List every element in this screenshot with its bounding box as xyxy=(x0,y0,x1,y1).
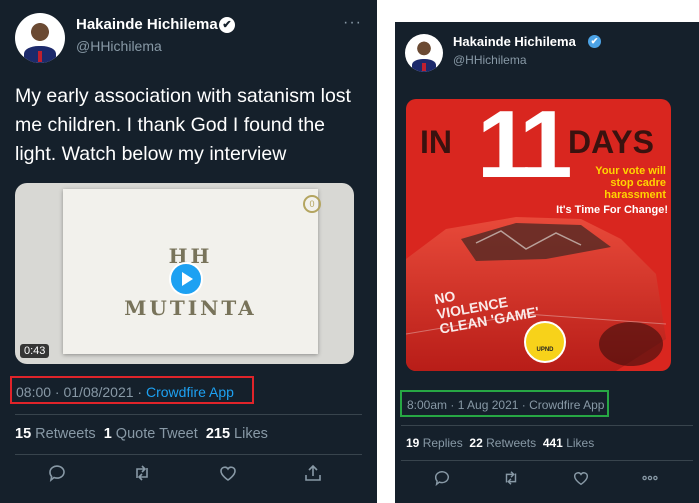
video-thumbnail: 0 HH MUTINTA xyxy=(63,189,321,354)
retweets-label[interactable]: Retweets xyxy=(35,426,95,442)
avatar-tie xyxy=(38,51,42,62)
quotes-count[interactable]: 1 xyxy=(104,426,112,442)
quotes-label[interactable]: Quote Tweet xyxy=(116,426,198,442)
poster-vote-message: Your vote will stop cadre harassment xyxy=(556,165,666,201)
tweet-actions xyxy=(47,463,323,483)
tweet-left: Hakainde Hichilema ✔ @HHichilema ··· My … xyxy=(0,0,377,503)
author-name[interactable]: Hakainde Hichilema xyxy=(453,34,576,49)
logo-icon: 0 xyxy=(303,195,321,213)
likes-count[interactable]: 215 xyxy=(206,426,230,442)
poster-in: IN xyxy=(420,124,452,160)
author-name[interactable]: Hakainde Hichilema xyxy=(76,16,218,33)
source-app-link[interactable]: Crowdfire App xyxy=(146,384,234,400)
likes-count[interactable]: 441 xyxy=(543,436,563,450)
reply-icon[interactable] xyxy=(432,469,452,489)
poster-vote-line: stop cadre xyxy=(610,177,666,189)
divider xyxy=(401,425,693,426)
avatar[interactable] xyxy=(15,13,65,63)
verified-icon: ✔ xyxy=(219,17,235,33)
party-logo-label: UPND xyxy=(536,347,554,353)
divider xyxy=(401,460,693,461)
author-handle[interactable]: @HHichilema xyxy=(76,38,162,54)
tweet-stats: 19 Replies 22 Retweets 441 Likes xyxy=(406,436,594,450)
poster-number: 11 xyxy=(477,99,573,198)
video-duration: 0:43 xyxy=(20,344,50,358)
replies-count[interactable]: 19 xyxy=(406,436,419,450)
party-logo-icon: UPND xyxy=(524,321,566,363)
poster-slogan: It's Time For Change! xyxy=(556,204,668,216)
likes-label[interactable]: Likes xyxy=(566,436,594,450)
poster-vote-line: Your vote will xyxy=(595,165,666,177)
video-player[interactable]: 0 HH MUTINTA 0:43 xyxy=(15,183,354,364)
retweets-count[interactable]: 15 xyxy=(15,426,31,442)
tweet-image[interactable]: IN 11 DAYS Your vote will stop cadre har… xyxy=(406,99,671,371)
tweet-text: My early association with satanism lost … xyxy=(15,85,351,165)
avatar[interactable] xyxy=(405,34,443,72)
tweet-meta-highlight: 08:00 · 01/08/2021 · Crowdfire App xyxy=(10,376,254,404)
tweet-meta-highlight[interactable]: 8:00am · 1 Aug 2021 · Crowdfire App xyxy=(400,390,609,417)
verified-icon: ✔ xyxy=(588,35,601,48)
retweet-icon[interactable] xyxy=(132,463,152,483)
retweet-icon[interactable] xyxy=(501,469,521,489)
share-icon[interactable] xyxy=(303,463,323,483)
more-icon[interactable] xyxy=(640,469,660,489)
poster-days: DAYS xyxy=(568,124,654,160)
divider xyxy=(15,414,362,415)
author-handle[interactable]: @HHichilema xyxy=(453,53,527,67)
retweets-label[interactable]: Retweets xyxy=(486,436,536,450)
divider xyxy=(15,454,362,455)
tweet-stats: 15 Retweets 1 Quote Tweet 215 Likes xyxy=(15,426,268,442)
likes-label[interactable]: Likes xyxy=(234,426,268,442)
tweet-timestamp[interactable]: 08:00 · 01/08/2021 · xyxy=(16,384,146,400)
tweet-actions xyxy=(432,469,660,489)
like-icon[interactable] xyxy=(571,469,591,489)
like-icon[interactable] xyxy=(218,463,238,483)
reply-icon[interactable] xyxy=(47,463,67,483)
play-icon[interactable] xyxy=(169,262,203,296)
tweet-right: Hakainde Hichilema ✔ @HHichilema IN 11 D… xyxy=(395,22,699,503)
replies-label[interactable]: Replies xyxy=(423,436,463,450)
video-title-line2: MUTINTA xyxy=(124,296,257,320)
more-options-icon[interactable]: ··· xyxy=(343,14,362,32)
avatar-tie xyxy=(422,62,426,72)
retweets-count[interactable]: 22 xyxy=(469,436,482,450)
poster-vote-line: harassment xyxy=(604,189,666,201)
